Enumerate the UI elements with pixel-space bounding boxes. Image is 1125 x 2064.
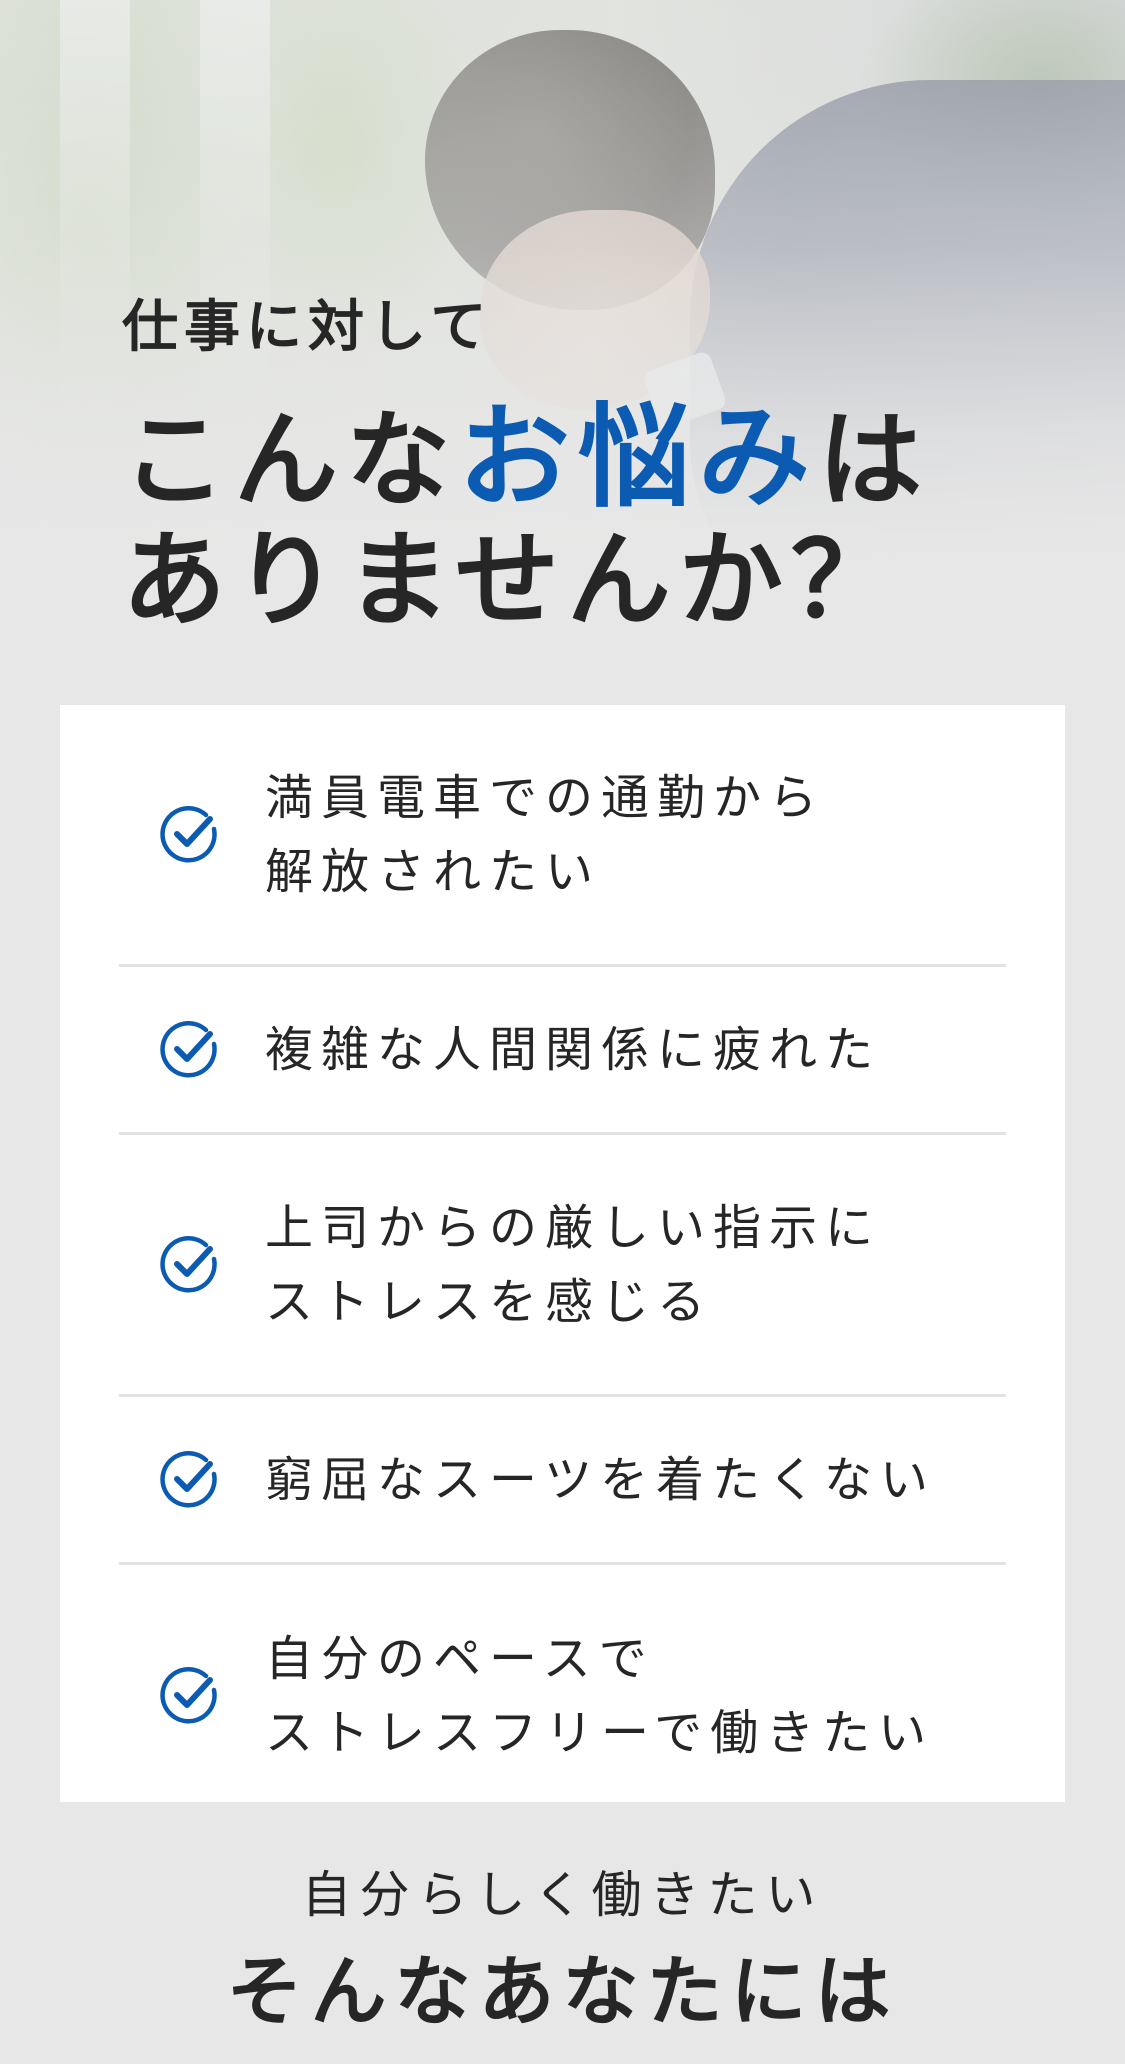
check-circle-icon (160, 1450, 217, 1508)
concerns-checklist: 満員電車での通勤から 解放されたい 複雑な人間関係に疲れた 上司からの厳しい指示… (60, 705, 1065, 1802)
hero-title-accent: お悩み (458, 393, 819, 523)
hero-heading: 仕事に対して こんなお悩みは ありませんか？ (122, 295, 930, 641)
hero-title-line2: ありませんか？ (122, 519, 903, 641)
checklist-item-text: 満員電車での通勤から 解放されたい (265, 761, 825, 909)
checklist-item: 満員電車での通勤から 解放されたい (119, 705, 1006, 967)
footer-title: そんなあなたには (226, 1947, 899, 2036)
check-circle-icon (160, 1235, 217, 1293)
checklist-item: 自分のペースで ストレスフリーで働きたい (119, 1565, 1006, 1826)
checklist-item-line: ストレスフリーで働きたい (265, 1704, 935, 1761)
checklist-item: 窮屈なスーツを着たくない (119, 1397, 1006, 1565)
checklist-item: 複雑な人間関係に疲れた (119, 967, 1006, 1135)
footer-section: 自分らしく働きたい そんなあなたには (0, 1870, 1125, 2030)
check-circle-icon (160, 805, 217, 863)
checklist-item-text: 自分のペースで ストレスフリーで働きたい (265, 1622, 934, 1770)
check-circle-icon (160, 1020, 217, 1078)
checklist-item-text: 上司からの厳しい指示に ストレスを感じる (265, 1191, 881, 1339)
checklist-item-line: 自分のペースで (265, 1630, 655, 1687)
checklist-item-line: 上司からの厳しい指示に (265, 1199, 882, 1256)
checklist-item-line: ストレスを感じる (265, 1273, 714, 1330)
checklist-item-text: 複雑な人間関係に疲れた (265, 1013, 881, 1087)
check-circle-icon (160, 1666, 217, 1724)
checklist-item-text: 窮屈なスーツを着たくない (265, 1443, 936, 1517)
footer-subtitle: 自分らしく働きたい (301, 1866, 824, 1924)
checklist-item-line: 解放されたい (265, 843, 602, 900)
checklist-item-line: 満員電車での通勤から (265, 769, 826, 826)
hero-subtitle: 仕事に対して (122, 295, 493, 360)
hero-title-part: こんな (122, 399, 459, 521)
hero-title: こんなお悩みは ありませんか？ (122, 398, 930, 640)
hero-title-part: は (818, 399, 931, 521)
hero-section: 仕事に対して こんなお悩みは ありませんか？ (0, 0, 1125, 700)
checklist-item: 上司からの厳しい指示に ストレスを感じる (119, 1135, 1006, 1397)
checklist-item-line: 窮屈なスーツを着たくない (265, 1451, 937, 1508)
checklist-item-line: 複雑な人間関係に疲れた (265, 1021, 882, 1078)
